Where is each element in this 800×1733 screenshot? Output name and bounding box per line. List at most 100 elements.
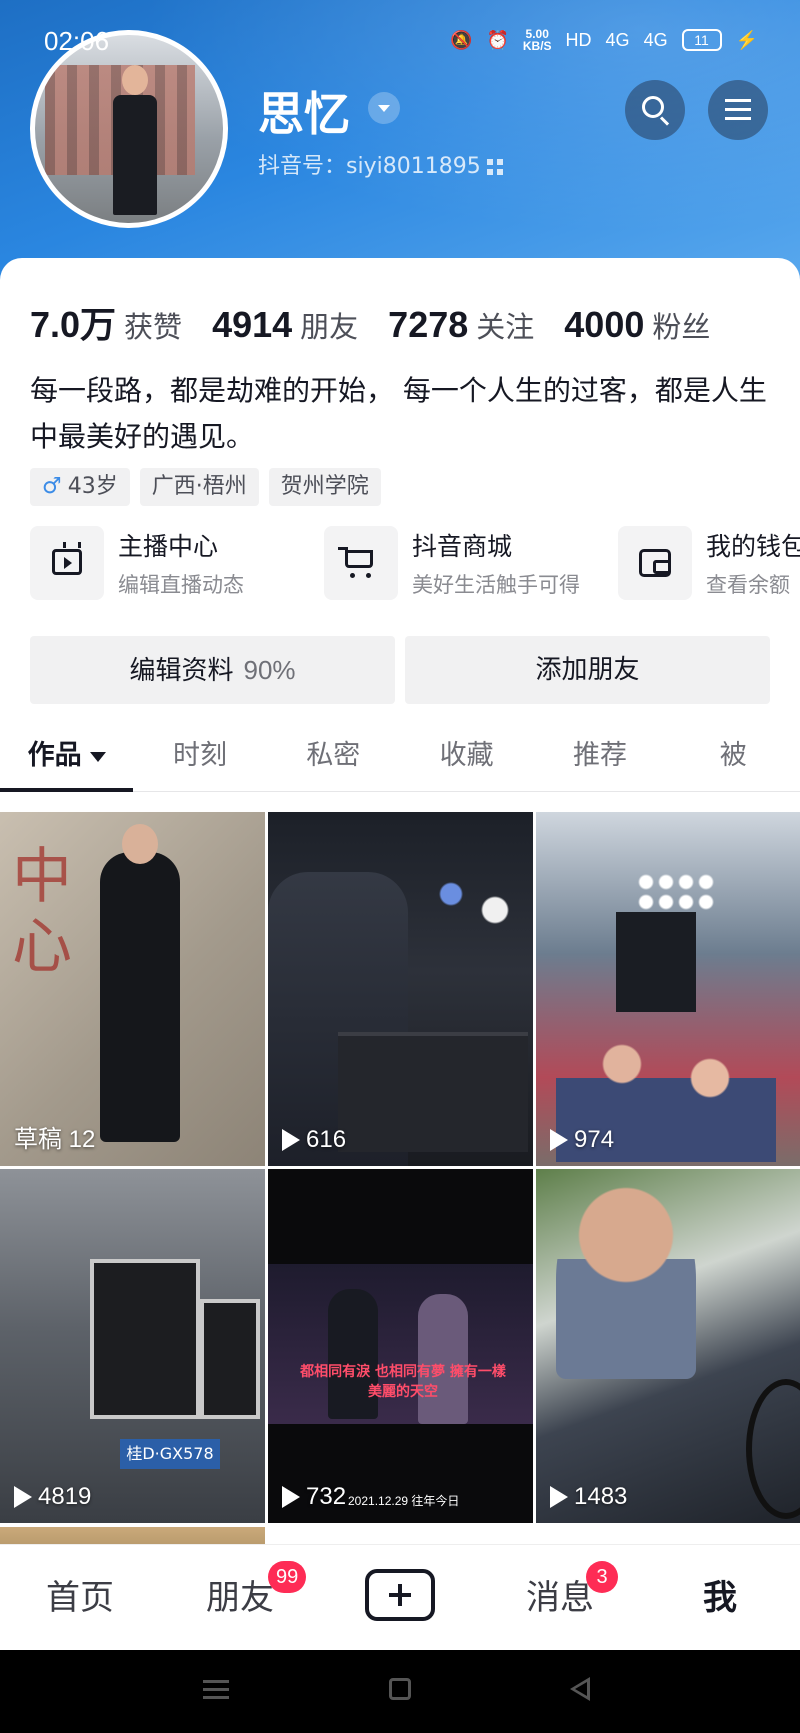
license-plate: 桂D·GX578 bbox=[120, 1439, 220, 1469]
memory-date-tag: 2021.12.29 往年今日 bbox=[348, 1494, 460, 1508]
stat-followers-value: 4000 bbox=[564, 304, 645, 345]
nav-home[interactable]: 首页 bbox=[20, 1545, 140, 1651]
stat-following-value: 7278 bbox=[388, 304, 469, 345]
age-tag: ♂ 43岁 bbox=[30, 468, 130, 506]
stat-following[interactable]: 7278 关注 bbox=[388, 304, 534, 346]
stat-followers[interactable]: 4000 粉丝 bbox=[564, 304, 710, 346]
thumbnail-case bbox=[90, 1259, 200, 1419]
play-icon bbox=[14, 1486, 32, 1508]
back-icon[interactable] bbox=[570, 1677, 590, 1701]
service-entries: 主播中心 编辑直播动态 抖音商城 美好生活触手可得 我的钱包 查看余额 bbox=[30, 523, 800, 603]
video-thumbnail[interactable]: 桂D·GX578 4819 bbox=[0, 1169, 265, 1523]
douyin-id[interactable]: 抖音号：siyi8011895 bbox=[258, 148, 503, 180]
caret-down-icon bbox=[89, 751, 106, 762]
service-streamer-center[interactable]: 主播中心 编辑直播动态 bbox=[30, 523, 292, 603]
tab-works-label: 作品 bbox=[27, 740, 82, 771]
qr-code-icon[interactable] bbox=[486, 159, 503, 175]
search-button[interactable] bbox=[625, 80, 685, 140]
stat-followers-label: 粉丝 bbox=[652, 310, 711, 344]
friends-badge: 99 bbox=[268, 1561, 307, 1593]
recent-apps-icon[interactable] bbox=[203, 1680, 229, 1700]
stat-following-label: 关注 bbox=[476, 310, 535, 344]
school-tag: 贺州学院 bbox=[268, 468, 381, 506]
wallet-icon bbox=[618, 526, 692, 600]
thumbnail-wheel bbox=[746, 1379, 800, 1519]
thumbnail-lights bbox=[636, 872, 716, 912]
tab-works[interactable]: 作品 bbox=[0, 720, 134, 792]
video-thumbnail[interactable]: 都相同有淚 也相同有夢 擁有一樣美麗的天空 732 2021.12.29 往年今… bbox=[268, 1169, 533, 1523]
battery-icon: 11 bbox=[681, 29, 722, 51]
charging-icon: ⚡ bbox=[735, 29, 758, 50]
service-wallet[interactable]: 我的钱包 查看余额 bbox=[618, 523, 800, 603]
play-count: 1483 bbox=[550, 1483, 627, 1511]
messages-badge: 3 bbox=[586, 1561, 618, 1593]
menu-icon bbox=[725, 99, 751, 121]
bio: 每一段路，都是劫难的开始， 每一个人生的过客，都是人生中最美好的遇见。 bbox=[30, 374, 767, 453]
video-thumbnail-draft[interactable]: 中心 草稿 12 bbox=[0, 812, 265, 1166]
menu-button[interactable] bbox=[708, 80, 768, 140]
status-bar: 02:06 🔕 ⏰ 5.00 KB/S HD 4G 4G 11 ⚡ bbox=[0, 0, 800, 84]
play-count: 616 bbox=[282, 1126, 346, 1154]
net-speed-indicator: 5.00 KB/S bbox=[522, 27, 552, 53]
play-count: 4819 bbox=[14, 1483, 91, 1511]
stat-likes[interactable]: 7.0万 获赞 bbox=[30, 296, 182, 348]
play-count: 732 bbox=[282, 1483, 346, 1511]
video-thumbnail[interactable]: 1483 bbox=[536, 1169, 800, 1523]
edit-profile-label: 编辑资料 bbox=[129, 656, 234, 686]
wall-script-text: 中心 bbox=[12, 842, 72, 982]
avatar-person bbox=[113, 65, 157, 215]
thumbnail-stage bbox=[616, 912, 696, 1012]
service-title: 抖音商城 bbox=[412, 532, 513, 561]
cart-icon bbox=[324, 526, 398, 600]
service-subtitle: 查看余额 bbox=[706, 573, 790, 597]
play-icon bbox=[282, 1129, 300, 1151]
stat-friends[interactable]: 4914 朋友 bbox=[212, 304, 358, 346]
stats-row: 7.0万 获赞 4914 朋友 7278 关注 4000 粉丝 bbox=[30, 296, 740, 348]
tab-recommended[interactable]: 推荐 bbox=[533, 720, 666, 791]
draft-count: 草稿 12 bbox=[14, 1126, 96, 1153]
thumbnail-figure bbox=[556, 1179, 696, 1379]
stat-friends-label: 朋友 bbox=[300, 310, 359, 344]
nav-me[interactable]: 我 bbox=[660, 1545, 780, 1651]
add-friend-button[interactable]: 添加朋友 bbox=[405, 636, 770, 704]
stat-likes-value: 7.0万 bbox=[30, 304, 117, 345]
tab-private[interactable]: 私密 bbox=[267, 720, 400, 791]
douyin-id-text: 抖音号：siyi8011895 bbox=[258, 154, 481, 179]
bottom-navigation: 首页 朋友 99 消息 3 我 bbox=[0, 1544, 800, 1650]
service-douyin-mall[interactable]: 抖音商城 美好生活触手可得 bbox=[324, 523, 586, 603]
mute-icon: 🔕 bbox=[450, 29, 473, 50]
thumbnail-case bbox=[200, 1299, 260, 1419]
video-thumbnail[interactable]: 616 bbox=[268, 812, 533, 1166]
thumbnail-figure bbox=[418, 1294, 468, 1424]
signal-icon-2: 4G bbox=[643, 29, 668, 50]
profile-completion: 90% bbox=[243, 655, 296, 685]
tab-more[interactable]: 被 bbox=[667, 720, 800, 791]
system-navigation-bar bbox=[0, 1650, 800, 1733]
stat-likes-label: 获赞 bbox=[124, 310, 183, 344]
add-post-button[interactable] bbox=[365, 1569, 435, 1621]
thumbnail-figure bbox=[100, 824, 180, 1142]
thumbnail-lights bbox=[418, 862, 528, 942]
account-switch-chevron-icon[interactable] bbox=[368, 92, 400, 124]
video-grid: 中心 草稿 12 616 974 桂D·GX578 4819 都相同有淚 也相同… bbox=[0, 812, 800, 1547]
thumbnail-console bbox=[338, 1032, 528, 1152]
tab-favorites[interactable]: 收藏 bbox=[400, 720, 533, 791]
play-icon bbox=[550, 1129, 568, 1151]
play-count: 974 bbox=[550, 1126, 614, 1154]
location-tag: 广西·梧州 bbox=[139, 468, 259, 506]
profile-actions: 编辑资料 90% 添加朋友 bbox=[30, 636, 770, 704]
hd-indicator: HD bbox=[565, 29, 592, 50]
lyric-caption: 都相同有淚 也相同有夢 擁有一樣美麗的天空 bbox=[300, 1364, 506, 1400]
search-icon bbox=[642, 96, 664, 118]
edit-profile-button[interactable]: 编辑资料 90% bbox=[30, 636, 395, 704]
home-icon[interactable] bbox=[389, 1678, 411, 1700]
tv-icon bbox=[30, 526, 104, 600]
tab-moments[interactable]: 时刻 bbox=[133, 720, 266, 791]
male-icon: ♂ bbox=[42, 474, 62, 499]
video-thumbnail[interactable]: 974 bbox=[536, 812, 800, 1166]
age-text: 43岁 bbox=[67, 474, 118, 499]
content-tabs: 作品 时刻 私密 收藏 推荐 被 bbox=[0, 720, 800, 792]
play-icon bbox=[550, 1486, 568, 1508]
status-time: 02:06 bbox=[44, 26, 110, 56]
nickname: 思忆 bbox=[258, 87, 350, 141]
